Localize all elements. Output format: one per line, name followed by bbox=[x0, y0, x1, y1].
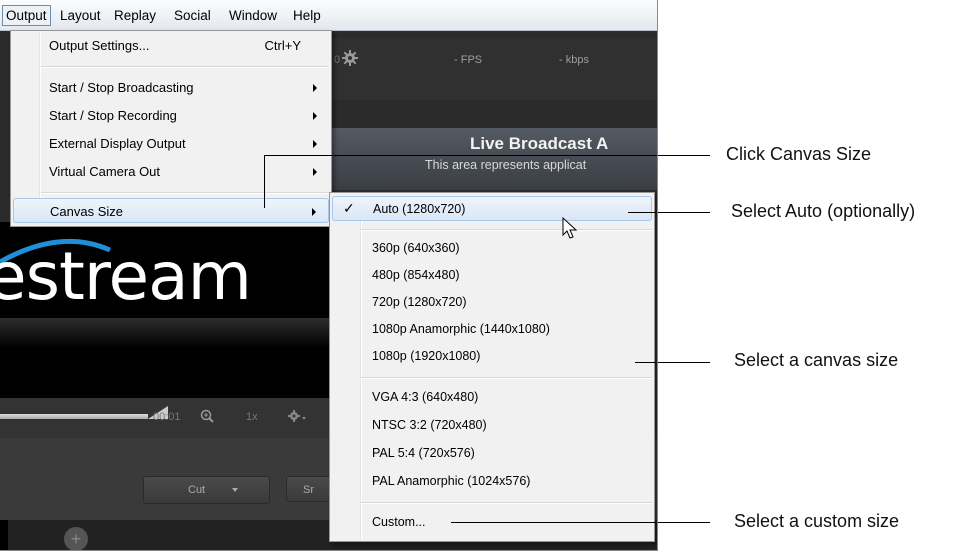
menu-bar: Output Layout Replay Social Window Help bbox=[0, 0, 657, 31]
menu-item-pal-anamorphic[interactable]: PAL Anamorphic (1024x576) bbox=[332, 469, 652, 494]
video-preview: estream bbox=[0, 222, 330, 398]
menu-item-1080p-anamorphic[interactable]: 1080p Anamorphic (1440x1080) bbox=[332, 317, 652, 342]
callout-line bbox=[658, 155, 710, 156]
annotation-select-auto: Select Auto (optionally) bbox=[731, 201, 916, 221]
annotation-click-canvas: Click Canvas Size bbox=[726, 144, 872, 164]
stats-toolbar: 0 - FPS - kbps bbox=[330, 38, 657, 100]
add-icon[interactable]: + bbox=[64, 527, 88, 550]
menu-item-ntsc[interactable]: NTSC 3:2 (720x480) bbox=[332, 413, 652, 438]
time-readout: 00:01 bbox=[153, 411, 181, 423]
menu-item-label: Canvas Size bbox=[50, 204, 123, 219]
menu-item-label: NTSC 3:2 (720x480) bbox=[372, 418, 487, 432]
menu-separator bbox=[360, 229, 652, 231]
menu-item-720p[interactable]: 720p (1280x720) bbox=[332, 290, 652, 315]
callout-line bbox=[635, 362, 657, 363]
output-menu: Output Settings... Ctrl+Y Start / Stop B… bbox=[10, 30, 332, 227]
menu-item-label: Start / Stop Recording bbox=[49, 108, 177, 123]
speed-readout[interactable]: 1x bbox=[246, 411, 258, 423]
submenu-arrow-icon bbox=[313, 140, 317, 148]
gear-icon[interactable] bbox=[342, 50, 358, 71]
menu-item-label: 1080p (1920x1080) bbox=[372, 349, 481, 363]
menu-item-label: PAL Anamorphic (1024x576) bbox=[372, 474, 531, 488]
app-screenshot: Output Layout Replay Social Window Help … bbox=[0, 0, 658, 551]
transport-bar: 00:01 1x bbox=[0, 398, 330, 438]
logo: estream bbox=[0, 238, 252, 315]
menu-item-start-stop-broadcasting[interactable]: Start / Stop Broadcasting bbox=[13, 75, 329, 100]
menu-separator bbox=[41, 192, 329, 194]
menu-item-pal[interactable]: PAL 5:4 (720x576) bbox=[332, 441, 652, 466]
callout-line bbox=[451, 522, 657, 523]
mouse-pointer-icon bbox=[562, 216, 578, 246]
menu-item-label: Start / Stop Broadcasting bbox=[49, 80, 194, 95]
menu-social[interactable]: Social bbox=[172, 6, 213, 25]
menu-item-label: 1080p Anamorphic (1440x1080) bbox=[372, 322, 550, 336]
menu-separator bbox=[360, 502, 652, 504]
callout-line bbox=[658, 362, 710, 363]
menu-item-label: PAL 5:4 (720x576) bbox=[372, 446, 475, 460]
menu-item-1080p[interactable]: 1080p (1920x1080) bbox=[332, 344, 652, 369]
menu-item-canvas-size[interactable]: Canvas Size bbox=[13, 198, 329, 223]
menu-window[interactable]: Window bbox=[227, 6, 279, 25]
callout-line bbox=[264, 155, 657, 156]
menu-item-480p[interactable]: 480p (854x480) bbox=[332, 263, 652, 288]
submenu-arrow-icon bbox=[313, 84, 317, 92]
callout-line bbox=[658, 212, 710, 213]
menu-item-label: Auto (1280x720) bbox=[373, 202, 466, 216]
menu-item-external-display-output[interactable]: External Display Output bbox=[13, 131, 329, 156]
menu-replay[interactable]: Replay bbox=[112, 6, 158, 25]
menu-item-label: VGA 4:3 (640x480) bbox=[372, 390, 479, 404]
annotation-select-custom: Select a custom size bbox=[734, 511, 900, 531]
settings-dropdown-icon[interactable] bbox=[288, 409, 308, 428]
progress-track[interactable] bbox=[0, 414, 148, 419]
callout-line bbox=[628, 212, 657, 213]
menu-item-label: Custom... bbox=[372, 515, 426, 529]
checkmark-icon: ✓ bbox=[343, 200, 355, 216]
preview-title: Live Broadcast A bbox=[470, 134, 609, 153]
menu-item-vga[interactable]: VGA 4:3 (640x480) bbox=[332, 385, 652, 410]
menu-item-label: 360p (640x360) bbox=[372, 241, 460, 255]
menu-layout[interactable]: Layout bbox=[58, 6, 103, 25]
cut-label: Cut bbox=[188, 484, 206, 496]
menu-item-label: 720p (1280x720) bbox=[372, 295, 467, 309]
strip-edge bbox=[0, 520, 8, 550]
submenu-arrow-icon bbox=[313, 112, 317, 120]
callout-line bbox=[658, 522, 710, 523]
menu-item-start-stop-recording[interactable]: Start / Stop Recording bbox=[13, 103, 329, 128]
menu-item-auto[interactable]: ✓ Auto (1280x720) bbox=[332, 196, 652, 221]
menu-separator bbox=[41, 66, 329, 68]
menu-item-label: 480p (854x480) bbox=[372, 268, 460, 282]
menu-item-virtual-camera-out[interactable]: Virtual Camera Out bbox=[13, 159, 329, 184]
kbps-readout: - kbps bbox=[559, 54, 589, 66]
menu-item-label: Output Settings... bbox=[49, 38, 150, 53]
callout-line bbox=[264, 155, 265, 208]
fps-readout: - FPS bbox=[454, 54, 483, 66]
stat-fragment: 0 bbox=[334, 54, 341, 66]
submenu-arrow-icon bbox=[313, 168, 317, 176]
annotation-select-canvas: Select a canvas size bbox=[734, 350, 899, 370]
menu-item-360p[interactable]: 360p (640x360) bbox=[332, 236, 652, 261]
canvas-size-submenu: ✓ Auto (1280x720) 360p (640x360) 480p (8… bbox=[329, 192, 655, 542]
menu-gutter bbox=[39, 33, 41, 224]
logo-reflection bbox=[0, 318, 330, 348]
menu-item-output-settings[interactable]: Output Settings... Ctrl+Y bbox=[13, 33, 329, 58]
menu-item-label: External Display Output bbox=[49, 136, 186, 151]
menu-help[interactable]: Help bbox=[291, 6, 323, 25]
submenu-arrow-icon bbox=[312, 208, 316, 216]
menu-output[interactable]: Output bbox=[2, 5, 51, 26]
cut-button[interactable]: Cut bbox=[143, 476, 270, 504]
chevron-down-icon bbox=[232, 488, 238, 492]
preview-subtitle: This area represents applicat bbox=[425, 158, 587, 172]
zoom-icon[interactable] bbox=[200, 409, 214, 428]
menu-item-label: Virtual Camera Out bbox=[49, 164, 161, 179]
menu-separator bbox=[360, 377, 652, 379]
shortcut-label: Ctrl+Y bbox=[264, 38, 301, 53]
